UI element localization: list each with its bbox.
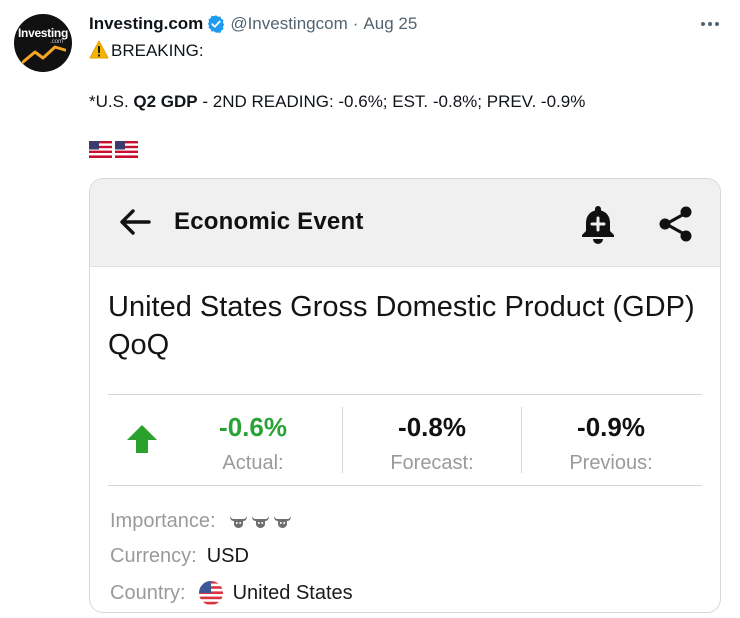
currency-value: USD [206, 545, 249, 567]
us-flag-icon [198, 580, 224, 606]
forecast-value: -0.8% [398, 412, 466, 442]
tweet-header: Investing.com @Investingcom · Aug 25 [89, 13, 417, 35]
currency-label: Currency: [110, 545, 197, 567]
currency-row: Currency: USD [110, 545, 249, 568]
display-name[interactable]: Investing.com [89, 14, 203, 34]
bell-add-icon[interactable] [578, 203, 618, 250]
warning-icon [89, 40, 109, 64]
country-value: United States [232, 581, 353, 604]
up-arrow-icon [126, 424, 158, 459]
breaking-text: BREAKING: [111, 41, 204, 60]
card-app-bar: Economic Event [90, 179, 720, 267]
more-icon[interactable] [698, 12, 722, 36]
card-header-title: Economic Event [174, 208, 364, 235]
us-flag-icon [89, 141, 112, 158]
column-divider [521, 407, 522, 473]
previous-label: Previous: [569, 452, 653, 474]
tweet-text-line-1: BREAKING: [89, 40, 204, 64]
tweet-text-line-2: *U.S. Q2 GDP - 2ND READING: -0.6%; EST. … [89, 92, 585, 112]
avatar-brand-text: Investing [18, 26, 68, 40]
share-icon[interactable] [656, 204, 696, 249]
headline-bold: Q2 GDP [133, 92, 198, 111]
divider [108, 485, 702, 486]
chart-line-icon [22, 45, 66, 64]
divider [108, 394, 702, 395]
stat-forecast: -0.8% Forecast: [347, 412, 517, 475]
stat-previous: -0.9% Previous: [526, 412, 696, 475]
stat-actual: -0.6% Actual: [168, 412, 338, 475]
importance-label: Importance: [110, 510, 216, 532]
bull-icon [273, 515, 291, 528]
event-title: United States Gross Domestic Product (GD… [108, 291, 695, 361]
country-label: Country: [110, 581, 186, 604]
previous-value: -0.9% [577, 412, 645, 442]
actual-value: -0.6% [219, 412, 287, 442]
country-row: Country: United States [110, 580, 353, 606]
back-arrow-icon[interactable] [118, 206, 152, 243]
importance-rating [229, 515, 292, 529]
flag-emojis [89, 141, 138, 158]
column-divider [342, 407, 343, 473]
headline-suffix: - 2ND READING: -0.6%; EST. -0.8%; PREV. … [197, 92, 586, 111]
actual-label: Actual: [222, 452, 284, 474]
bull-icon [251, 515, 269, 528]
bull-icon [229, 515, 247, 528]
verified-badge-icon [206, 14, 226, 34]
tweet-date[interactable]: Aug 25 [363, 14, 417, 34]
handle[interactable]: @Investingcom [230, 14, 347, 34]
us-flag-icon [115, 141, 138, 158]
media-card[interactable]: Economic Event United States Gross Domes… [89, 178, 721, 613]
forecast-label: Forecast: [390, 452, 474, 474]
importance-row: Importance: [110, 510, 292, 533]
avatar[interactable]: Investing .com [14, 14, 72, 72]
separator-dot: · [352, 14, 359, 33]
headline-prefix: *U.S. [89, 92, 134, 111]
